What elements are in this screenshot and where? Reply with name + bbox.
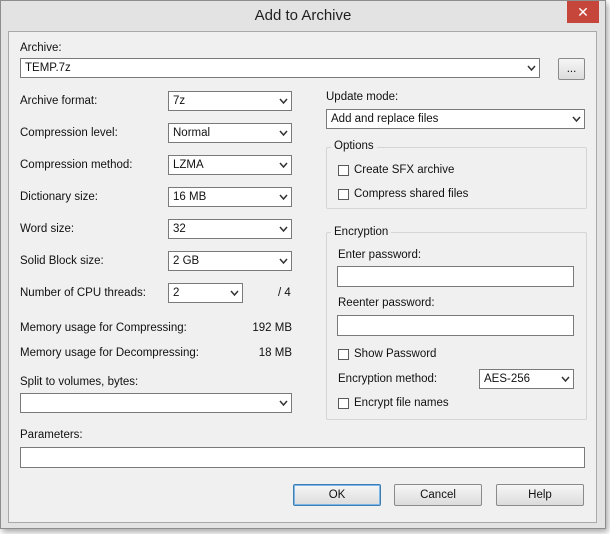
chevron-down-icon — [279, 97, 288, 105]
chevron-down-icon — [527, 64, 536, 72]
archive-format-select[interactable]: 7z — [168, 91, 292, 111]
chevron-down-icon — [279, 225, 288, 233]
cpu-threads-label: Number of CPU threads: — [20, 287, 146, 299]
solid-block-size-select[interactable]: 2 GB — [168, 251, 292, 271]
split-volumes-label: Split to volumes, bytes: — [20, 376, 139, 388]
encryption-group-title: Encryption — [331, 226, 392, 238]
chevron-down-icon — [279, 399, 288, 407]
archive-path-value: TEMP.7z — [25, 62, 71, 74]
cpu-threads-value: 2 — [173, 287, 180, 299]
create-sfx-label: Create SFX archive — [354, 164, 455, 176]
options-group-title: Options — [331, 140, 377, 152]
cancel-button[interactable]: Cancel — [394, 484, 482, 506]
chevron-down-icon — [279, 161, 288, 169]
encryption-method-select[interactable]: AES-256 — [479, 369, 574, 389]
compression-method-value: LZMA — [173, 159, 204, 171]
chevron-down-icon — [279, 257, 288, 265]
close-button[interactable]: ✕ — [567, 1, 599, 23]
browse-button[interactable]: ... — [558, 58, 585, 80]
chevron-down-icon — [230, 289, 239, 297]
cpu-threads-max: / 4 — [278, 287, 291, 299]
encrypt-file-names-label: Encrypt file names — [354, 397, 449, 409]
dictionary-size-select[interactable]: 16 MB — [168, 187, 292, 207]
compression-level-value: Normal — [173, 127, 211, 139]
chevron-down-icon — [279, 129, 288, 137]
word-size-label: Word size: — [20, 223, 75, 235]
chevron-down-icon — [572, 115, 581, 123]
encryption-method-label: Encryption method: — [338, 373, 438, 385]
enter-password-label: Enter password: — [338, 249, 422, 261]
solid-block-size-value: 2 GB — [173, 255, 200, 267]
show-password-label: Show Password — [354, 348, 437, 360]
ok-button[interactable]: OK — [293, 484, 381, 506]
chevron-down-icon — [279, 193, 288, 201]
archive-label: Archive: — [20, 42, 62, 54]
memory-decompress-label: Memory usage for Decompressing: — [20, 347, 199, 359]
memory-decompress-value: 18 MB — [258, 347, 292, 359]
help-button[interactable]: Help — [496, 484, 584, 506]
archive-path-combo[interactable]: TEMP.7z — [20, 58, 540, 78]
reenter-password-label: Reenter password: — [338, 297, 435, 309]
memory-compress-value: 192 MB — [252, 322, 292, 334]
encryption-method-value: AES-256 — [484, 373, 531, 385]
archive-format-label: Archive format: — [20, 95, 98, 107]
reenter-password-input[interactable] — [337, 315, 574, 336]
memory-compress-label: Memory usage for Compressing: — [20, 322, 187, 334]
encrypt-file-names-checkbox[interactable] — [338, 398, 349, 409]
create-sfx-checkbox[interactable] — [338, 165, 349, 176]
word-size-value: 32 — [173, 223, 186, 235]
dictionary-size-value: 16 MB — [173, 191, 207, 203]
compression-method-label: Compression method: — [20, 159, 133, 171]
show-password-checkbox[interactable] — [338, 349, 349, 360]
window-title: Add to Archive — [254, 7, 352, 24]
title-bar[interactable]: Add to Archive ✕ — [1, 1, 605, 31]
cpu-threads-select[interactable]: 2 — [168, 283, 243, 303]
enter-password-input[interactable] — [337, 266, 574, 287]
compress-shared-checkbox[interactable] — [338, 189, 349, 200]
dictionary-size-label: Dictionary size: — [20, 191, 98, 203]
compression-level-select[interactable]: Normal — [168, 123, 292, 143]
chevron-down-icon — [561, 375, 570, 383]
compress-shared-label: Compress shared files — [354, 188, 469, 200]
compression-method-select[interactable]: LZMA — [168, 155, 292, 175]
update-mode-select[interactable]: Add and replace files — [326, 109, 585, 129]
update-mode-value: Add and replace files — [331, 113, 439, 125]
parameters-input[interactable] — [20, 447, 585, 468]
update-mode-label: Update mode: — [326, 91, 399, 103]
word-size-select[interactable]: 32 — [168, 219, 292, 239]
close-icon: ✕ — [577, 3, 589, 20]
archive-format-value: 7z — [173, 95, 186, 107]
solid-block-size-label: Solid Block size: — [20, 255, 104, 267]
parameters-label: Parameters: — [20, 429, 83, 441]
add-to-archive-window: Add to Archive ✕ Archive: TEMP.7z ... Ar… — [0, 0, 606, 529]
split-volumes-combo[interactable] — [20, 393, 292, 413]
dialog-body: Archive: TEMP.7z ... Archive format: 7z … — [8, 31, 597, 523]
compression-level-label: Compression level: — [20, 127, 118, 139]
